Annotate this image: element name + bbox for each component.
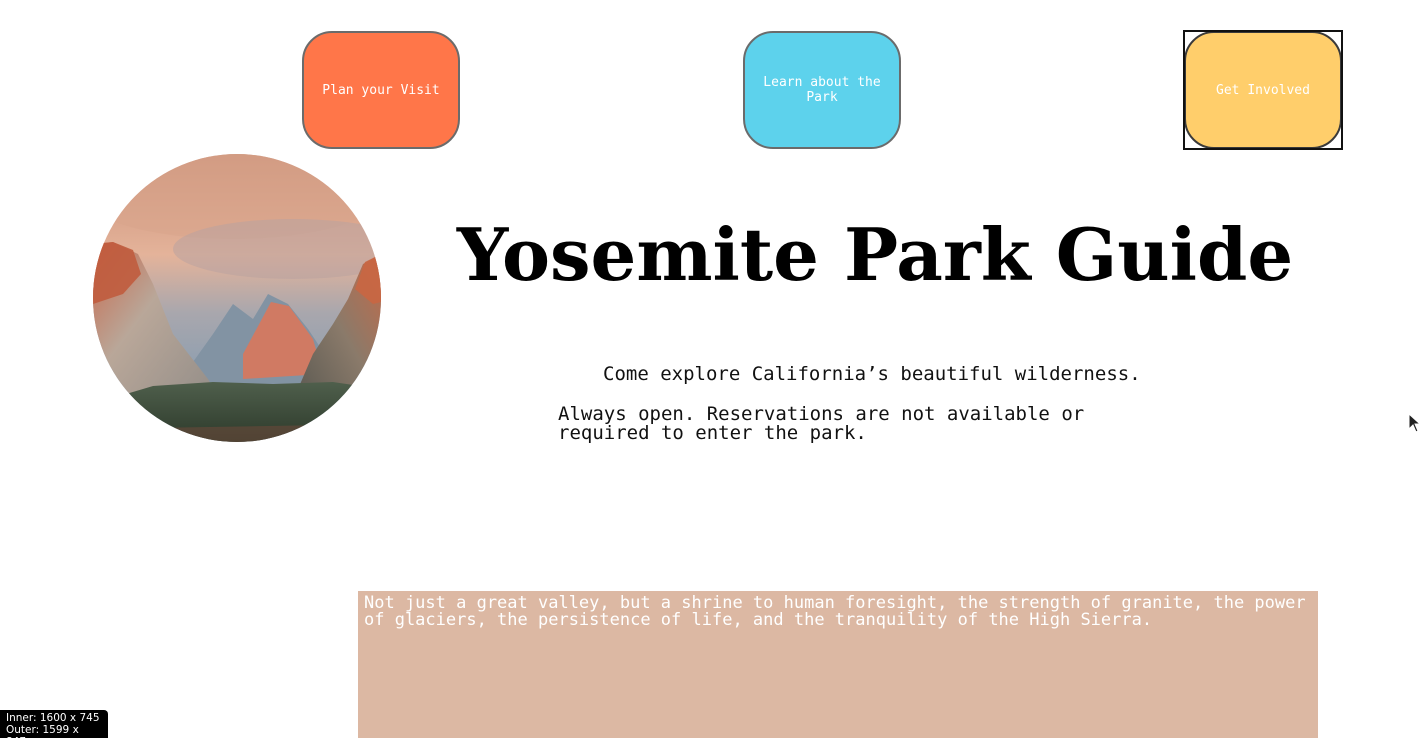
learn-about-park-button[interactable]: Learn about the Park [743,31,901,149]
tagline: Come explore California’s beautiful wild… [603,363,1141,385]
outer-size-label: Outer: 1599 x 847 [6,724,79,738]
plan-visit-button[interactable]: Plan your Visit [302,31,460,149]
get-involved-label: Get Involved [1216,82,1310,98]
quote-text: Not just a great valley, but a shrine to… [364,593,1306,630]
mouse-cursor-icon [1408,413,1422,433]
inner-size-label: Inner: 1600 x 745 [6,712,100,724]
hours-info: Always open. Reservations are not availa… [558,403,1085,444]
page-title: Yosemite Park Guide [456,212,1294,297]
plan-visit-label: Plan your Visit [322,82,440,98]
viewport-size-badge: Inner: 1600 x 745 Outer: 1599 x 847 [0,710,108,738]
mountain-valley-icon [93,154,381,442]
hero-park-image [93,154,381,442]
quote-box: Not just a great valley, but a shrine to… [358,591,1318,738]
get-involved-button[interactable]: Get Involved [1184,31,1342,149]
learn-about-park-label: Learn about the Park [763,75,881,105]
